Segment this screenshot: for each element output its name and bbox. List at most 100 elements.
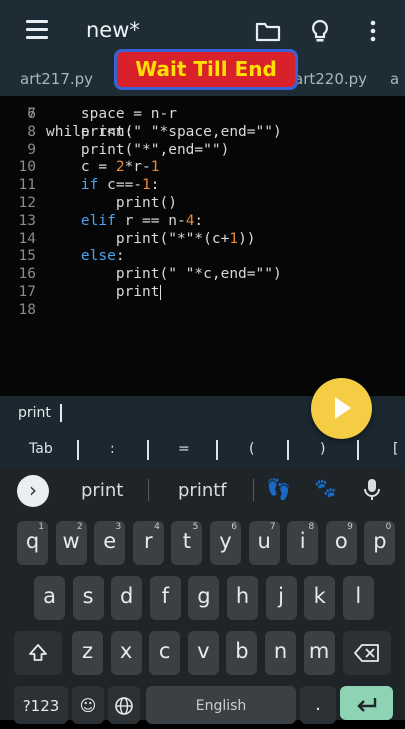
key-m[interactable]: m [303,631,335,675]
key-a[interactable]: a [34,576,65,620]
key-hint: 3 [115,522,122,532]
separator [77,440,79,460]
suggestion-printf[interactable]: printf [178,480,227,501]
line-number: 8 [27,123,36,140]
code-text: print() [46,195,177,211]
key-p[interactable]: p0 [364,521,396,565]
lightbulb-icon[interactable] [307,18,333,44]
globe-key[interactable] [108,686,140,724]
line-number: 10 [18,159,36,176]
code-editor[interactable]: 6 while r<n: 7 space = n-r 8 print(" "*sp… [0,96,405,396]
globe-icon [115,697,133,715]
editor-cursor [159,284,161,300]
code-text: print("*",end="") [46,141,230,158]
file-title: new* [86,18,140,42]
key-s[interactable]: s [72,576,104,620]
period-key[interactable]: . [300,686,336,724]
suggestion-print[interactable]: print [81,480,123,501]
key-x[interactable]: x [110,631,142,675]
tab-art220[interactable]: art220.py [294,70,367,88]
wait-till-end-banner: Wait Till End [114,49,298,90]
key-h[interactable]: h [227,576,258,620]
play-icon [335,397,351,419]
line-number: 18 [18,301,36,318]
enter-key[interactable] [340,686,393,720]
space-bar[interactable]: English [146,686,296,724]
key-hint: 0 [385,522,392,532]
code-text: print("*"*(c+1)) [46,230,256,247]
key-j[interactable]: j [265,576,297,620]
line-number: 9 [27,141,36,158]
folder-icon[interactable] [255,18,281,44]
extra-key-equals[interactable]: = [178,441,190,457]
key-hint: 5 [192,522,199,532]
key-v[interactable]: v [187,631,219,675]
shift-key[interactable] [14,631,62,675]
separator [147,440,149,460]
key-o[interactable]: o9 [325,521,357,565]
key-hint: 1 [38,522,44,532]
key-k[interactable]: k [304,576,336,620]
line-number: 7 [27,106,36,122]
key-l[interactable]: l [342,576,374,620]
suggestion-strip: › print printf 👣 🐾 [0,468,405,510]
run-button[interactable] [311,378,372,439]
code-text: print(" "*c,end="") [46,266,282,283]
emoji-footprints-icon[interactable]: 👣 [266,477,291,501]
microphone-icon[interactable] [363,478,381,502]
code-text: else: [80,248,125,265]
symbols-key[interactable]: ?123 [14,686,68,724]
extra-key-tab[interactable]: Tab [29,441,53,457]
backspace-key[interactable] [343,631,391,675]
code-text: elif r == n-4: [80,212,204,229]
key-hint: 8 [308,522,315,532]
key-z[interactable]: z [72,631,103,675]
key-hint: 7 [269,522,276,532]
enter-icon [357,698,377,712]
code-text: if c==-1: [80,177,160,194]
separator [287,440,289,460]
separator [216,440,218,460]
line-number: 15 [18,248,36,265]
key-t[interactable]: t5 [171,521,203,565]
emoji-key[interactable]: ☺ [72,686,104,724]
soft-keyboard: › print printf 👣 🐾 q1w2e3r4t5y6u7i8o9p0 … [0,468,405,724]
separator [357,440,359,460]
key-y[interactable]: y6 [210,521,241,565]
key-b[interactable]: b [226,631,258,675]
key-hint: 4 [154,522,160,532]
menu-icon[interactable] [26,20,48,44]
key-e[interactable]: e3 [94,521,126,565]
key-hint: 6 [231,522,237,532]
key-n[interactable]: n [265,631,296,675]
key-hint: 9 [347,522,353,532]
tab-art217[interactable]: art217.py [20,70,93,88]
emoji-paw-icon[interactable]: 🐾 [314,478,336,499]
command-input-text: print [18,405,51,421]
extra-key-colon[interactable]: : [110,441,115,457]
key-c[interactable]: c [149,631,181,675]
key-d[interactable]: d [111,576,143,620]
tab-partial-2[interactable]: a [390,70,399,88]
code-text: c = 2*r-1 [46,159,160,176]
key-hint: 2 [76,522,83,532]
extra-key-open-paren[interactable]: ( [249,441,254,457]
key-r[interactable]: r4 [132,521,164,565]
key-q[interactable]: q1 [17,521,48,565]
extra-key-close-paren[interactable]: ) [320,441,325,457]
expand-arrow-icon[interactable]: › [17,475,49,507]
line-number: 11 [18,177,36,194]
key-f[interactable]: f [149,576,181,620]
backspace-icon [354,644,379,662]
extra-key-bracket[interactable]: [ [393,441,398,457]
code-line-partial: 6 while r<n: [27,106,134,140]
key-g[interactable]: g [188,576,220,620]
more-vert-icon[interactable] [360,18,386,44]
key-u[interactable]: u7 [248,521,280,565]
line-number: 14 [18,230,36,247]
code-text: print(" "*space,end="") [46,123,282,140]
line-number: 13 [18,212,36,229]
key-w[interactable]: w2 [55,521,87,565]
code-text: print [46,284,161,300]
key-i[interactable]: i8 [287,521,319,565]
